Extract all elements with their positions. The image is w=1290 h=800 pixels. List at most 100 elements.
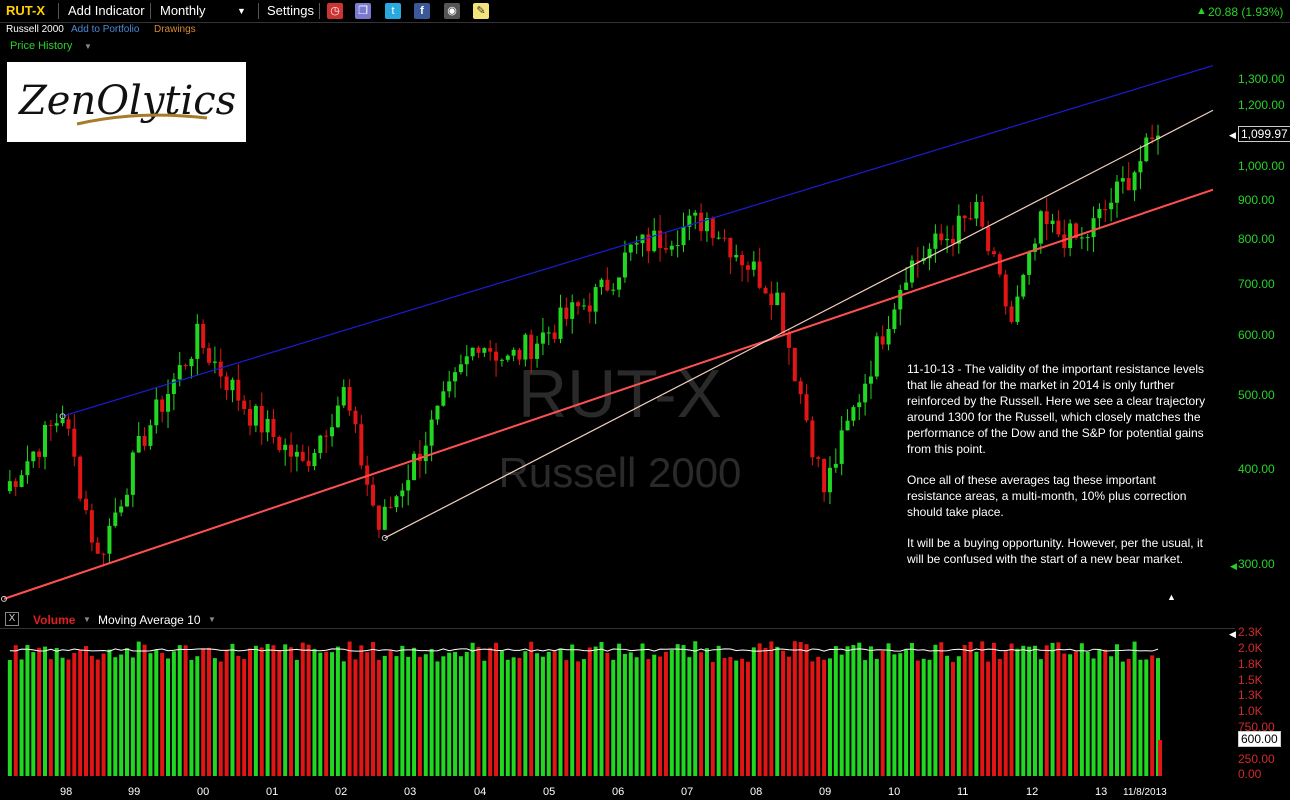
facebook-icon[interactable]: f (414, 3, 430, 19)
volume-bar (675, 644, 680, 776)
year-tick: 00 (197, 786, 210, 798)
volume-bar (441, 656, 446, 776)
price-tick: 400.00 (1238, 462, 1275, 476)
volume-bar (523, 651, 528, 776)
volume-bar (458, 656, 463, 776)
volume-bar (868, 646, 873, 776)
volume-bar (1120, 661, 1125, 776)
up-arrow-icon: ▲ (1196, 5, 1207, 17)
volume-tick: 250.00 (1238, 752, 1275, 766)
volume-bar (722, 658, 727, 776)
settings-button[interactable]: Settings (267, 3, 314, 18)
volume-bar (207, 647, 212, 776)
candle-body (950, 238, 955, 244)
add-indicator-button[interactable]: Add Indicator (68, 3, 145, 18)
symbol-field[interactable]: RUT-X (6, 3, 45, 18)
volume-bar (915, 660, 920, 776)
volume-bar (101, 653, 106, 776)
drawings-link[interactable]: Drawings (154, 24, 196, 35)
candle-body (1114, 181, 1119, 203)
volume-bar (576, 661, 581, 776)
candle-body (734, 254, 739, 258)
volume-bar (371, 642, 376, 776)
candle-body (511, 349, 516, 356)
volume-bar (740, 658, 745, 776)
candle-body (991, 251, 996, 255)
trendline-anchor[interactable] (381, 534, 388, 541)
year-tick: 03 (404, 786, 417, 798)
chevron-down-icon[interactable]: ▼ (208, 615, 216, 624)
candle-body (253, 405, 258, 426)
volume-bar (810, 661, 815, 776)
candle-body (318, 435, 323, 453)
candle-body (394, 496, 399, 508)
candle-body (1150, 137, 1155, 140)
candle-body (810, 420, 815, 458)
period-select[interactable]: Monthly (160, 3, 206, 18)
add-to-portfolio-link[interactable]: Add to Portfolio (71, 24, 139, 35)
volume-bar (494, 642, 499, 776)
volume-bar (1068, 654, 1073, 776)
candle-body (1132, 172, 1137, 191)
candle-body (886, 329, 891, 345)
volume-bar (412, 647, 417, 776)
volume-bar (1097, 649, 1102, 776)
volume-bar (394, 656, 399, 776)
candle-body (769, 293, 774, 306)
candle-body (622, 252, 627, 278)
candle-body (230, 379, 235, 391)
candle-body (1003, 274, 1008, 307)
volume-tick: 1.3K (1238, 688, 1263, 702)
candle-body (986, 226, 991, 252)
moving-average-label[interactable]: Moving Average 10 (98, 613, 201, 627)
note-icon[interactable]: ✎ (473, 3, 489, 19)
price-tick: 500.00 (1238, 388, 1275, 402)
candle-body (962, 215, 967, 219)
price-tick: 1,300.00 (1238, 72, 1285, 86)
toolbar-divider (258, 3, 259, 19)
volume-bar (1015, 648, 1020, 776)
candle-body (880, 336, 885, 345)
candle-body (31, 451, 36, 462)
volume-bar (839, 654, 844, 776)
volume-bar (517, 657, 522, 776)
volume-bar (406, 656, 411, 776)
price-tick: 900.00 (1238, 193, 1275, 207)
triangle-icon: ◀ (1230, 561, 1237, 571)
candle-body (634, 243, 639, 245)
candle-body (839, 430, 844, 464)
volume-bar (1132, 641, 1137, 776)
candle-body (997, 254, 1002, 275)
twitter-icon[interactable]: t (385, 3, 401, 19)
candle-body (312, 452, 317, 467)
volume-bar (1056, 642, 1061, 776)
volume-bar (353, 659, 358, 776)
change-readout: 20.88 (1.93%) (1208, 5, 1284, 19)
volume-bar (259, 647, 264, 776)
price-history-label[interactable]: Price History (10, 40, 72, 52)
volume-bar (945, 655, 950, 776)
price-tick: 700.00 (1238, 277, 1275, 291)
chevron-down-icon[interactable]: ▼ (84, 42, 92, 51)
volume-bar (435, 661, 440, 776)
alarm-clock-icon[interactable]: ◷ (327, 3, 343, 19)
candle-body (388, 506, 393, 508)
volume-bar (734, 660, 739, 776)
candle-body (956, 215, 961, 244)
scroll-up-icon[interactable]: ▲ (1167, 592, 1176, 602)
volume-bar (1114, 644, 1119, 776)
candle-body (113, 512, 118, 526)
volume-bar (212, 658, 217, 776)
candle-body (60, 419, 65, 424)
volume-bar (962, 644, 967, 776)
candle-body (617, 277, 622, 290)
pages-icon[interactable]: ❐ (355, 3, 371, 19)
camera-icon[interactable]: ◉ (444, 3, 460, 19)
volume-label[interactable]: Volume (33, 613, 75, 627)
chevron-down-icon[interactable]: ▼ (83, 615, 91, 624)
chevron-down-icon[interactable]: ▼ (237, 6, 246, 16)
close-icon[interactable]: X (5, 612, 19, 626)
candle-body (130, 452, 135, 495)
candle-body (863, 383, 868, 403)
current-date-tick: 11/8/2013 (1123, 787, 1167, 798)
